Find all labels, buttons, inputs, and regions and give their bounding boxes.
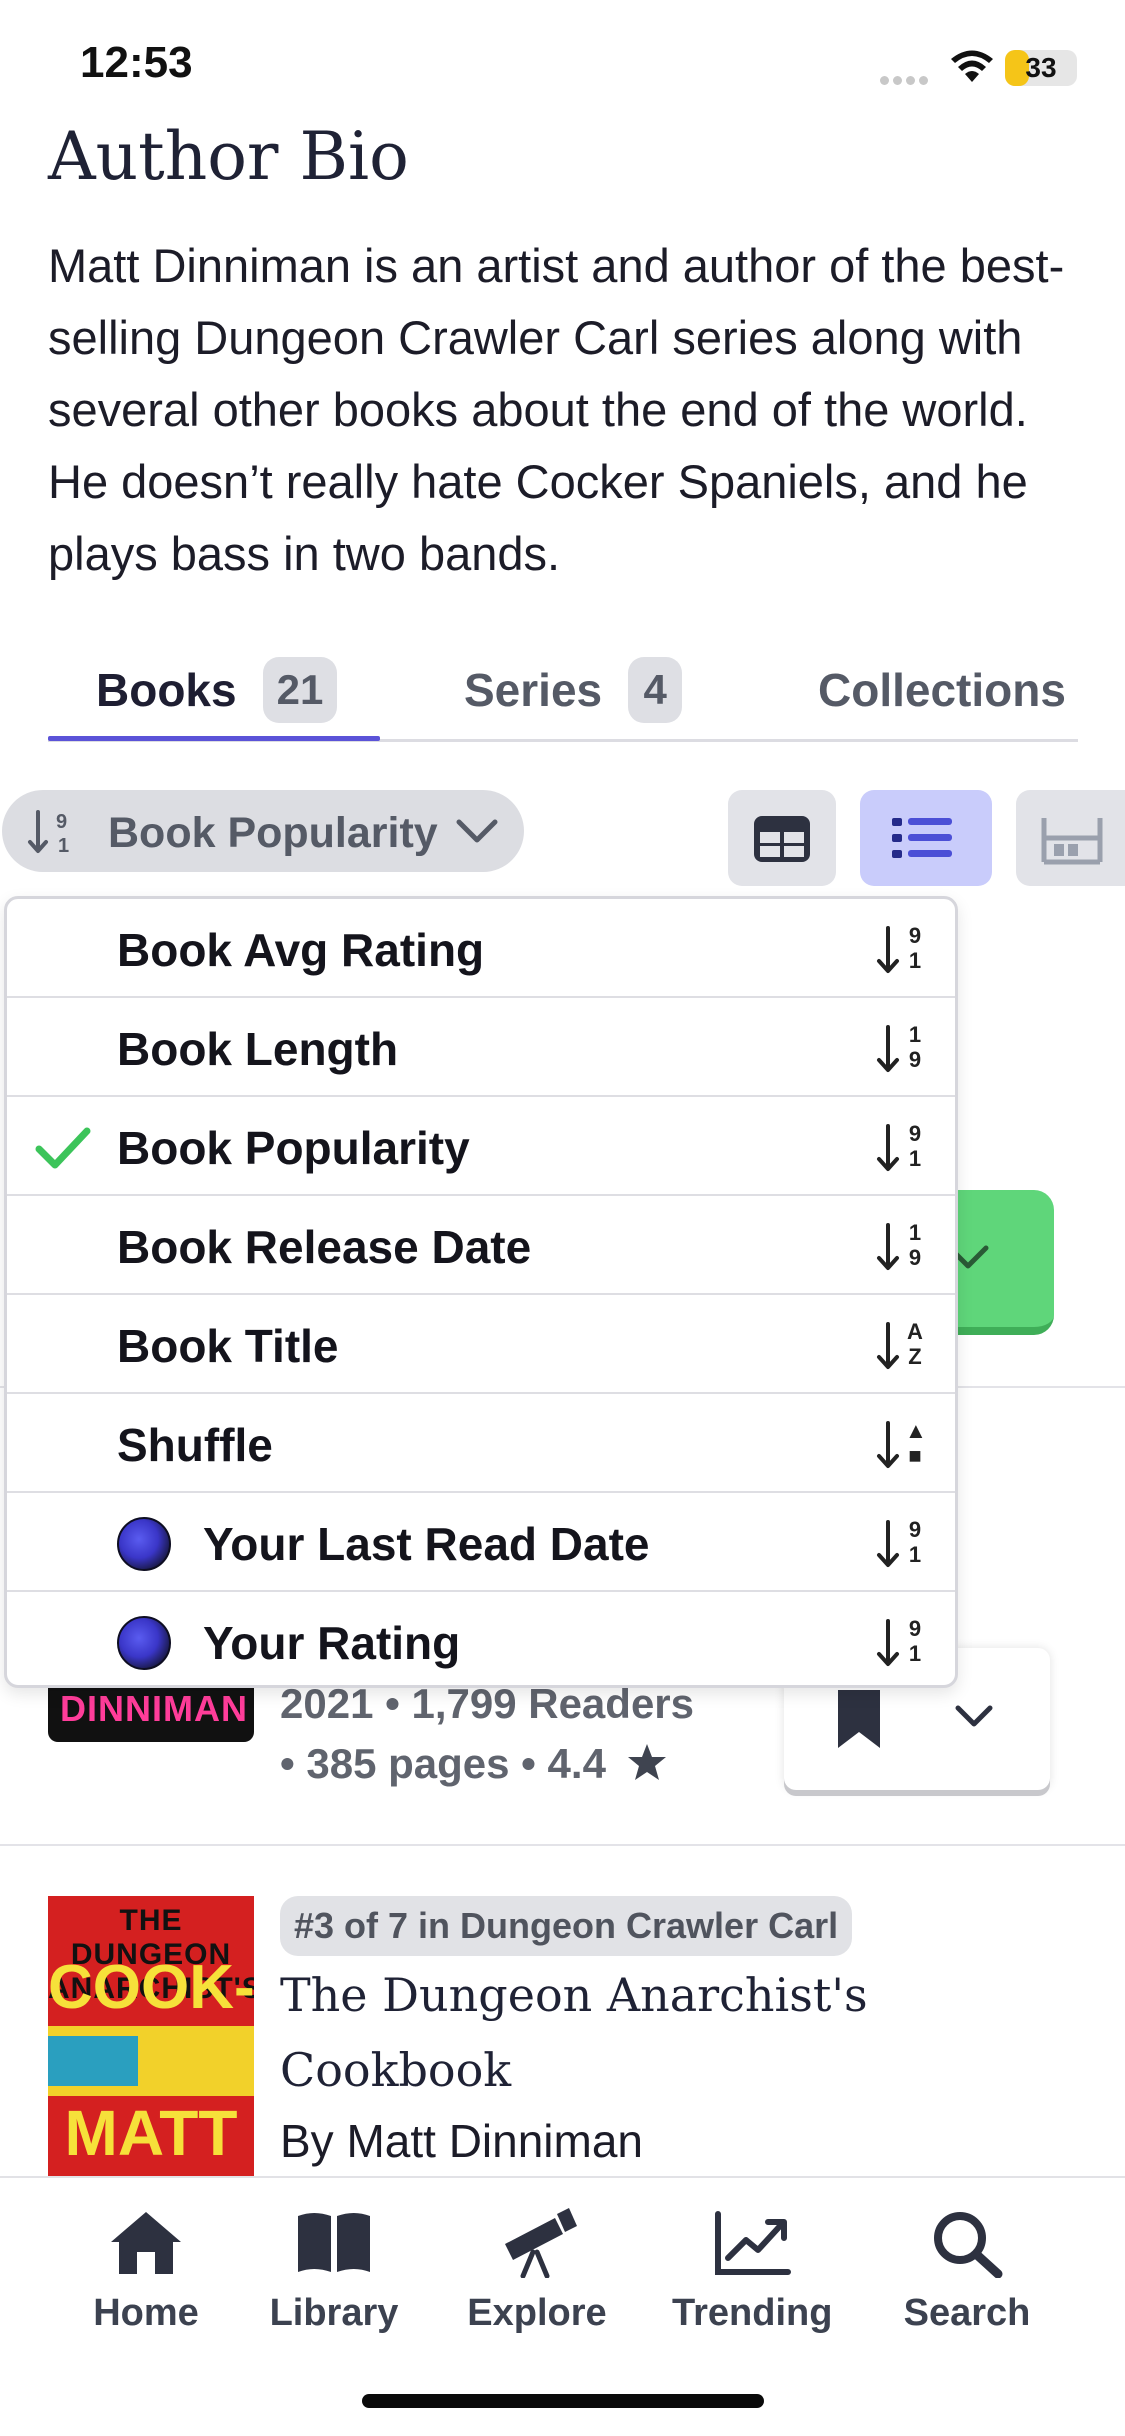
svg-text:9: 9 — [56, 811, 67, 833]
sort-option-label: Book Avg Rating — [117, 924, 485, 976]
list-divider — [0, 1844, 1125, 1846]
sort-icon: 9 1 — [28, 810, 69, 856]
sort-option[interactable]: Your Last Read Date 9 1 — [7, 1493, 955, 1592]
sort-options-menu: Book Avg Rating 9 1 Book Length 1 9 Book Pop… — [4, 896, 958, 1688]
book-meta-text: • 385 pages • 4.4 — [280, 1740, 606, 1787]
home-icon — [111, 2212, 181, 2274]
nav-explore[interactable]: Explore — [462, 2208, 612, 2348]
sort-direction-glyph: 9 1 — [908, 1517, 922, 1567]
sort-direction-icon: A Z — [875, 1319, 933, 1371]
telescope-icon — [505, 2208, 577, 2278]
nav-search[interactable]: Search — [894, 2208, 1040, 2348]
sort-option[interactable]: Your Rating 9 1 — [7, 1592, 955, 1685]
nav-library[interactable]: Library — [264, 2208, 404, 2348]
nav-explore-label: Explore — [467, 2292, 607, 2334]
book-meta-line-2: • 385 pages • 4.4 — [280, 1740, 668, 1788]
sort-direction-glyph: A Z — [907, 1319, 923, 1369]
nav-trending[interactable]: Trending — [672, 2208, 832, 2348]
sort-direction-glyph: 1 9 — [908, 1220, 922, 1270]
sort-dropdown-label: Book Popularity — [108, 809, 438, 857]
list-view-button[interactable] — [860, 790, 992, 886]
sort-direction-glyph: 9 1 — [908, 1616, 922, 1666]
sort-direction-icon: 9 1 — [875, 923, 933, 975]
book-author[interactable]: By Matt Dinniman — [280, 2114, 643, 2168]
cover-text: MATT DINNIMAN — [48, 2097, 254, 2176]
star-icon — [627, 1744, 666, 1780]
sort-direction-glyph: 1 9 — [908, 1022, 922, 1072]
svg-text:1: 1 — [58, 835, 69, 856]
sort-option[interactable]: Book Avg Rating 9 1 — [7, 899, 955, 998]
sort-direction-icon: 1 9 — [875, 1220, 933, 1272]
sort-direction-icon: 1 9 — [875, 1022, 933, 1074]
user-avatar-icon — [117, 1517, 171, 1571]
book-cover[interactable]: THE DUNGEON ANARCHIST'S COOK-BOOK MATT D… — [48, 1896, 254, 2176]
sort-option[interactable]: Book Popularity 9 1 — [7, 1097, 955, 1196]
home-indicator — [362, 2394, 764, 2408]
sort-option-label: Book Title — [117, 1320, 339, 1372]
chevron-down-icon — [456, 819, 498, 843]
sort-direction-glyph: 9 1 — [908, 1121, 922, 1171]
sort-option[interactable]: Shuffle ▲ ■ — [7, 1394, 955, 1493]
user-avatar-icon — [117, 1616, 171, 1670]
sort-direction-glyph: 9 1 — [908, 923, 922, 973]
sort-option[interactable]: Book Title A Z — [7, 1295, 955, 1394]
checkmark-icon — [35, 1127, 91, 1169]
cover-art — [48, 2036, 138, 2086]
bookmark-icon — [838, 1690, 880, 1748]
series-badge[interactable]: #3 of 7 in Dungeon Crawler Carl — [280, 1896, 853, 1956]
sort-option[interactable]: Book Length 1 9 — [7, 998, 955, 1097]
book-title[interactable]: The Dungeon Anarchist's Cookbook — [280, 1958, 980, 2108]
sort-option[interactable]: Book Release Date 1 9 — [7, 1196, 955, 1295]
book-icon — [298, 2213, 370, 2272]
grid-view-icon — [754, 816, 810, 862]
sort-direction-icon: 9 1 — [875, 1121, 933, 1173]
sort-option-label: Shuffle — [117, 1419, 273, 1471]
nav-home[interactable]: Home — [78, 2208, 214, 2348]
bookshelf-icon — [1041, 818, 1103, 865]
cover-text: DINNIMAN — [60, 1688, 248, 1729]
nav-search-label: Search — [903, 2292, 1031, 2334]
sort-option-label: Your Last Read Date — [203, 1518, 650, 1570]
sort-direction-glyph: ▲ ■ — [905, 1418, 927, 1468]
trending-chart-icon — [715, 2211, 791, 2275]
nav-home-label: Home — [93, 2292, 199, 2334]
grid-view-button[interactable] — [728, 790, 836, 886]
shelf-view-button[interactable] — [1016, 790, 1125, 886]
sort-dropdown-button[interactable]: 9 1 Book Popularity — [2, 790, 524, 872]
sort-direction-icon: ▲ ■ — [875, 1418, 933, 1470]
nav-library-label: Library — [269, 2292, 399, 2334]
sort-direction-icon: 9 1 — [875, 1517, 933, 1569]
search-icon — [934, 2212, 1003, 2278]
sort-direction-icon: 9 1 — [875, 1616, 933, 1668]
sort-option-label: Book Length — [117, 1023, 399, 1075]
sort-option-label: Book Popularity — [117, 1122, 470, 1174]
sort-option-label: Book Release Date — [117, 1221, 532, 1273]
list-view-icon — [892, 818, 952, 858]
sort-option-label: Your Rating — [203, 1617, 461, 1669]
book-cover[interactable]: DINNIMAN — [48, 1680, 254, 1742]
nav-trending-label: Trending — [672, 2292, 833, 2334]
chevron-down-icon — [955, 1705, 993, 1727]
